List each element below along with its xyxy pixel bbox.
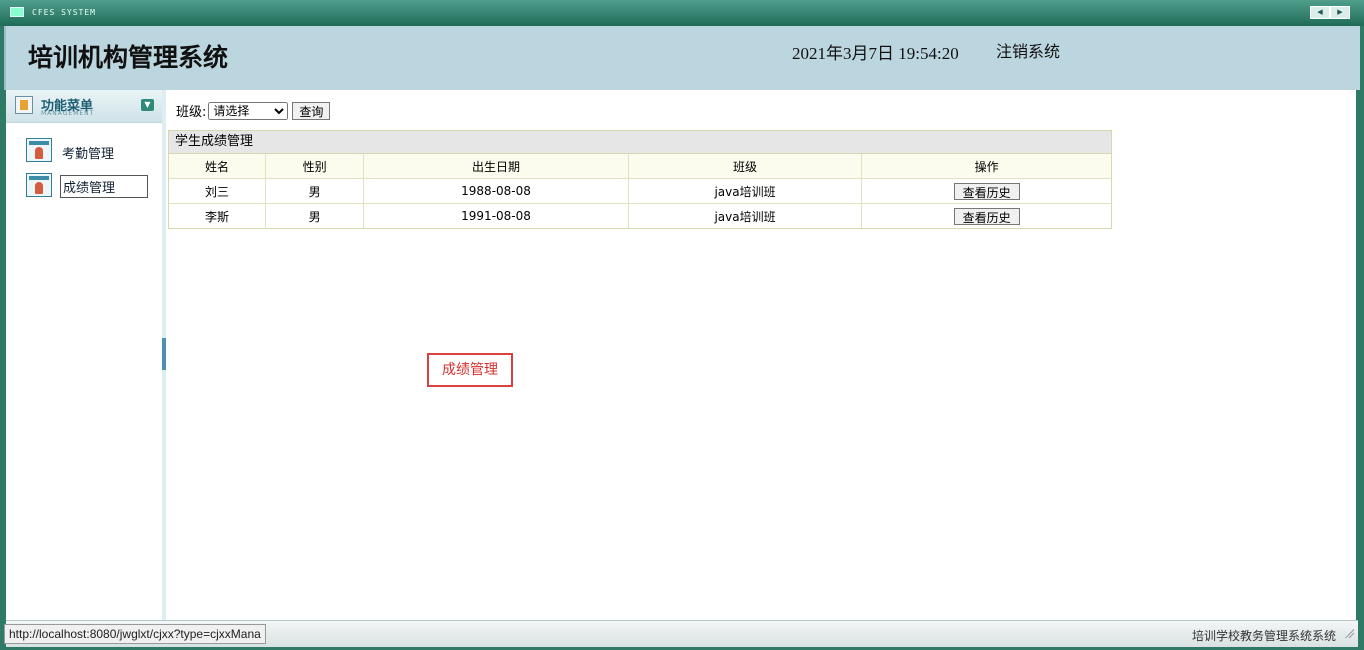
- grades-grid: 姓名 性别 出生日期 班级 操作 刘三 男 1988-08-08 java培训班…: [169, 154, 1111, 228]
- column-header-birth: 出生日期: [363, 154, 629, 179]
- column-header-class: 班级: [628, 154, 863, 179]
- app-title: 培训机构管理系统: [28, 43, 229, 72]
- sidebar-item-label: 成绩管理: [60, 175, 148, 198]
- view-history-button[interactable]: 查看历史: [953, 207, 1020, 225]
- cell-name: 刘三: [169, 178, 266, 204]
- column-header-name: 姓名: [169, 154, 266, 179]
- status-app-name: 培训学校教务管理系统系统: [1191, 629, 1336, 643]
- cell-action: 查看历史: [861, 203, 1111, 228]
- table-header-row: 姓名 性别 出生日期 班级 操作: [169, 154, 1111, 179]
- cell-class: java培训班: [628, 203, 863, 228]
- sidebar-item-attendance[interactable]: 考勤管理: [26, 138, 156, 162]
- table-row: 刘三 男 1988-08-08 java培训班 查看历史: [169, 178, 1111, 204]
- app-header: 培训机构管理系统 2021年3月7日 19:54:20 注销系统: [4, 26, 1360, 90]
- column-header-gender: 性别: [265, 154, 365, 179]
- cell-gender: 男: [265, 203, 365, 228]
- column-header-action: 操作: [861, 154, 1111, 179]
- view-history-button[interactable]: 查看历史: [953, 182, 1020, 200]
- main-content: 班级: 请选择 查询 学生成绩管理 姓名 性别 出生日期 班级 操作 刘三 男 …: [166, 90, 1356, 620]
- monitor-icon: [10, 7, 24, 17]
- status-url: http://localhost:8080/jwglxt/cjxx?type=c…: [4, 624, 266, 644]
- sidebar: 功能菜单 MANAGEMENT ▼ 考勤管理 成绩管理: [6, 90, 163, 620]
- table-title: 学生成绩管理: [169, 131, 1111, 154]
- table-row: 李斯 男 1991-08-08 java培训班 查看历史: [169, 203, 1111, 228]
- grades-tooltip: 成绩管理: [427, 353, 513, 387]
- class-filter-label: 班级:: [176, 105, 207, 120]
- arrow-right-icon[interactable]: ▶: [1330, 6, 1350, 19]
- menu-subtitle: MANAGEMENT: [41, 110, 95, 117]
- collapse-chevron-icon[interactable]: ▼: [141, 99, 154, 111]
- sidebar-item-grades[interactable]: 成绩管理: [26, 173, 156, 198]
- grades-table: 学生成绩管理 姓名 性别 出生日期 班级 操作 刘三 男 1988-08-08 …: [168, 130, 1112, 229]
- cell-birth: 1991-08-08: [363, 203, 629, 228]
- menu-header: 功能菜单 MANAGEMENT ▼: [6, 90, 162, 123]
- cell-birth: 1988-08-08: [363, 178, 629, 204]
- status-bar: http://localhost:8080/jwglxt/cjxx?type=c…: [4, 620, 1358, 647]
- window-title-bar: CFES SYSTEM ◀ ▶: [0, 0, 1364, 26]
- cell-gender: 男: [265, 178, 365, 204]
- query-button[interactable]: 查询: [292, 101, 331, 120]
- nav-arrows: ◀ ▶: [1310, 6, 1350, 19]
- cell-name: 李斯: [169, 203, 266, 228]
- cell-action: 查看历史: [861, 178, 1111, 204]
- sidebar-item-label: 考勤管理: [62, 147, 115, 162]
- logout-link[interactable]: 注销系统: [996, 38, 1060, 62]
- class-select[interactable]: 请选择: [208, 101, 289, 120]
- menu-icon: [15, 96, 33, 114]
- cell-class: java培训班: [628, 178, 863, 204]
- arrow-left-icon[interactable]: ◀: [1310, 6, 1330, 19]
- user-card-icon: [26, 173, 52, 197]
- resize-grip-icon[interactable]: [1344, 628, 1354, 638]
- current-datetime: 2021年3月7日 19:54:20: [792, 44, 959, 63]
- class-filter: 班级: 请选择 查询: [176, 101, 331, 120]
- user-card-icon: [26, 138, 52, 162]
- system-label: CFES SYSTEM: [32, 8, 96, 17]
